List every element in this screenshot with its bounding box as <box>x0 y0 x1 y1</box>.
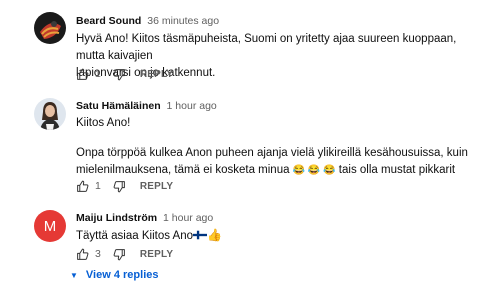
thumbs-up-icon[interactable] <box>76 248 89 261</box>
comment-meta: Satu Hämäläinen 1 hour ago <box>76 100 217 112</box>
reply-button[interactable]: REPLY <box>140 181 173 192</box>
comment-text-line: Kiitos Ano! <box>76 117 131 129</box>
thumbs-down-icon[interactable] <box>113 248 126 261</box>
reply-button[interactable]: REPLY <box>140 249 173 260</box>
comment-actions: 1 REPLY <box>76 178 173 194</box>
like-count: 1 <box>95 180 101 192</box>
comment-actions: 1 REPLY <box>76 66 173 82</box>
thumbs-up-icon[interactable] <box>76 68 89 81</box>
view-replies-button[interactable]: ▼ View 4 replies <box>70 269 159 281</box>
avatar[interactable] <box>34 98 66 130</box>
comment-text-segment: mielenilmauksena, tämä ei kosketa minua <box>76 164 293 176</box>
caret-down-icon: ▼ <box>70 270 78 280</box>
comment-text-segment: Täyttä asiaa Kiitos Ano <box>76 230 193 242</box>
comment-meta: Maiju Lindström 1 hour ago <box>76 212 213 224</box>
author-name[interactable]: Maiju Lindström <box>76 212 157 224</box>
comment-text: Täyttä asiaa Kiitos Ano 👍 <box>76 227 481 245</box>
view-replies-label: View 4 replies <box>85 269 159 281</box>
comment-text-line: Onpa törppöä kulkea Anon puheen ajanja v… <box>76 147 468 159</box>
like-count: 1 <box>95 68 101 80</box>
comment-actions: 3 REPLY <box>76 246 173 262</box>
timestamp[interactable]: 1 hour ago <box>167 100 217 112</box>
finland-flag-icon <box>192 230 207 240</box>
reply-button[interactable]: REPLY <box>140 69 173 80</box>
thumbs-up-emoji: 👍 <box>206 228 222 242</box>
thumbs-up-icon[interactable] <box>76 180 89 193</box>
author-name[interactable]: Beard Sound <box>76 15 141 27</box>
thumbs-down-icon[interactable] <box>113 180 126 193</box>
avatar[interactable]: M <box>34 210 66 242</box>
comment-text-segment: tais olla mustat pikkarit <box>335 164 456 176</box>
comment-text-line: Hyvä Ano! Kiitos täsmäpuheista, Suomi on… <box>76 33 457 62</box>
thumbs-down-icon[interactable] <box>113 68 126 81</box>
timestamp[interactable]: 1 hour ago <box>163 212 213 224</box>
timestamp[interactable]: 36 minutes ago <box>147 15 219 27</box>
comment-text-line: mielenilmauksena, tämä ei kosketa minua … <box>76 162 481 179</box>
avatar-letter: M <box>43 217 57 235</box>
author-name[interactable]: Satu Hämäläinen <box>76 100 161 112</box>
avatar[interactable] <box>34 12 66 44</box>
comment-text: Kiitos Ano! Onpa törppöä kulkea Anon puh… <box>76 115 481 179</box>
like-count: 3 <box>95 248 101 260</box>
comment-meta: Beard Sound 36 minutes ago <box>76 15 219 27</box>
laughing-emoji: 😂 😂 😂 <box>292 165 336 176</box>
